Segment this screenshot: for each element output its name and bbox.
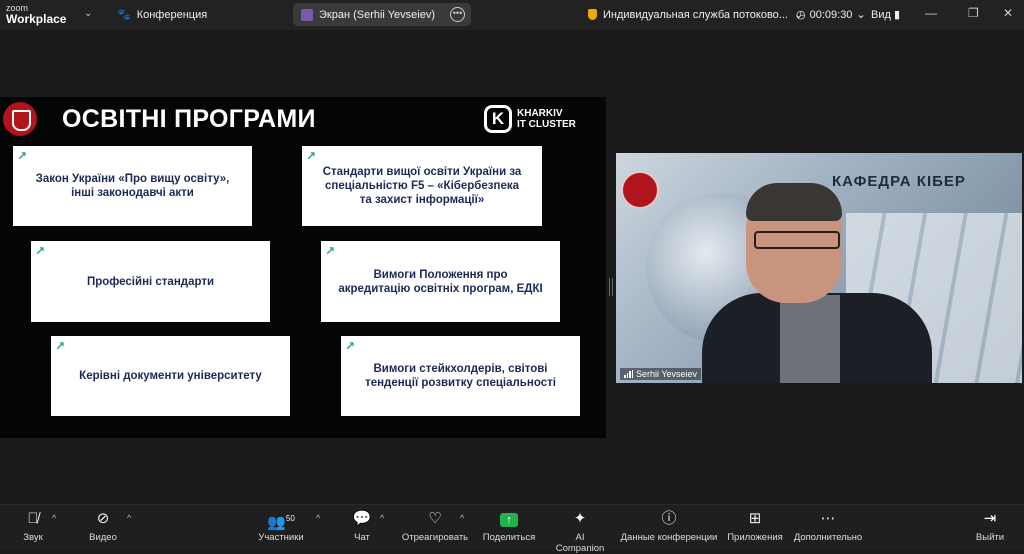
participant-person (702, 183, 932, 383)
slide-box: ↗ Закон України «Про вищу освіту», інші … (13, 146, 252, 226)
audio-button[interactable]: 🎙̸ Звук (18, 509, 48, 543)
leave-button[interactable]: ⇥ Выйти (970, 509, 1010, 543)
restore-icon[interactable]: ❐ (968, 6, 979, 20)
ai-companion-button[interactable]: ✦ AI Companion (550, 509, 610, 554)
audio-caret-icon[interactable]: ^ (52, 513, 56, 523)
slide-box: ↗ Керівні документи університету (51, 336, 290, 416)
chat-caret-icon[interactable]: ^ (380, 513, 384, 523)
timer-value: 00:09:30 (809, 8, 853, 21)
react-caret-icon[interactable]: ^ (460, 513, 464, 523)
kharkiv-logo-letter: K (484, 105, 512, 133)
view-label: Вид (871, 9, 891, 21)
clock-icon: ◷ (796, 9, 806, 21)
more-button[interactable]: ⋯ Дополнительно (792, 509, 864, 543)
slide-box-text: Вимоги стейкхолдерів, світові тенденції … (365, 363, 556, 389)
paw-icon: 🐾 (117, 9, 131, 21)
slide-box: ↗ Вимоги Положення про акредитацію освіт… (321, 241, 560, 322)
split-resize-handle[interactable] (609, 278, 613, 296)
minimize-icon[interactable]: — (925, 6, 937, 20)
arrow-up-right-icon: ↗ (17, 149, 28, 163)
title-bar: zoom Workplace ⌄ 🐾 Конференция Экран (Se… (0, 0, 1024, 30)
more-label: Дополнительно (793, 532, 863, 543)
screen-share-icon (301, 8, 313, 21)
arrow-up-right-icon: ↗ (55, 339, 66, 353)
video-caret-icon[interactable]: ^ (127, 513, 131, 523)
chat-icon: 💬 (352, 510, 372, 527)
participant-name-tag: Serhii Yevseiev (620, 368, 702, 380)
signal-bars-icon (624, 370, 633, 378)
shared-screen: ОСВІТНІ ПРОГРАМИ K KHARKIV IT CLUSTER ↗ … (0, 97, 606, 438)
apps-button[interactable]: ⊞ Приложения (725, 509, 785, 543)
share-button[interactable]: ↑ Поделиться (482, 509, 536, 543)
arrow-up-right-icon: ↗ (345, 339, 356, 353)
arrow-up-right-icon: ↗ (306, 149, 317, 163)
chat-label: Чат (354, 532, 370, 543)
stream-label: Индивидуальная служба потоково... (603, 8, 788, 21)
brand-line-2: IT CLUSTER (517, 119, 576, 130)
view-icon: ▮ (893, 9, 901, 21)
chevron-down-icon[interactable]: ⌄ (84, 8, 92, 19)
participant-name: Serhii Yevseiev (636, 369, 698, 379)
shield-icon (588, 9, 597, 20)
more-options-icon[interactable]: ••• (450, 7, 465, 22)
video-label: Видео (89, 532, 117, 543)
university-emblem-icon (3, 102, 37, 136)
workplace-logo-text: Workplace (6, 12, 67, 26)
chevron-down-icon: ⌄ (856, 9, 866, 21)
slide-box: ↗ Вимоги стейкхолдерів, світові тенденці… (341, 336, 580, 416)
slide-box: ↗ Професійні стандарти (31, 241, 270, 322)
info-icon: ⓘ (661, 510, 677, 527)
zoom-logo: zoom Workplace (6, 3, 67, 26)
slide-box-text: Стандарти вищої освіти України за спеціа… (322, 166, 522, 206)
more-icon: ⋯ (820, 510, 836, 527)
conference-button[interactable]: 🐾 Конференция (117, 8, 208, 22)
share-label: Поделиться (482, 532, 536, 543)
meeting-timer[interactable]: ◷ 00:09:30 ⌄ (796, 8, 866, 22)
university-emblem-icon (621, 171, 659, 209)
audio-label: Звук (23, 532, 43, 543)
ai-label: AI Companion (555, 532, 605, 554)
screen-share-indicator[interactable]: Экран (Serhii Yevseiev) ••• (293, 3, 471, 26)
participants-button[interactable]: 👥50 Участники (256, 509, 306, 543)
share-screen-icon: ↑ (482, 509, 536, 529)
conference-label: Конференция (136, 8, 208, 21)
arrow-up-right-icon: ↗ (325, 244, 336, 258)
apps-label: Приложения (727, 532, 783, 543)
close-icon[interactable]: ✕ (1003, 6, 1013, 20)
view-button[interactable]: Вид ▮ (871, 8, 900, 21)
arrow-up-right-icon: ↗ (35, 244, 46, 258)
microphone-muted-icon: 🎙̸ (27, 510, 39, 527)
stream-indicator[interactable]: Индивидуальная служба потоково... ⌄ (588, 8, 803, 21)
slide-box-text: Вимоги Положення про акредитацію освітні… (338, 268, 543, 295)
leave-icon: ⇥ (983, 510, 997, 527)
participants-label: Участники (258, 532, 304, 543)
slide-box: ↗ Стандарти вищої освіти України за спец… (302, 146, 542, 226)
slide-box-text: Закон України «Про вищу освіту», інші за… (35, 173, 230, 199)
screen-share-label: Экран (Serhii Yevseiev) (319, 8, 436, 21)
participants-icon: 👥50 (267, 514, 295, 531)
react-label: Отреагировать (401, 532, 469, 543)
video-button[interactable]: ⊘ Видео (86, 509, 120, 543)
participants-caret-icon[interactable]: ^ (316, 513, 320, 523)
slide-box-text: Професійні стандарти (86, 275, 215, 288)
meeting-info-button[interactable]: ⓘ Данные конференции (620, 509, 718, 543)
slide-title: ОСВІТНІ ПРОГРАМИ (62, 105, 316, 133)
kharkiv-it-cluster-logo: K KHARKIV IT CLUSTER (484, 105, 576, 133)
apps-icon: ⊞ (748, 510, 762, 527)
chat-button[interactable]: 💬 Чат (350, 509, 374, 543)
slide-box-text: Керівні документи університету (79, 370, 262, 382)
brand-line-1: KHARKIV (517, 108, 563, 119)
meeting-toolbar: 🎙̸ Звук ^ ⊘ Видео ^ 👥50 Участники ^ 💬 Ча… (0, 504, 1024, 554)
meeting-info-label: Данные конференции (620, 532, 718, 543)
participant-video[interactable]: КАФЕДРА КІБЕР Serhii Yevseiev (616, 153, 1022, 383)
leave-label: Выйти (975, 532, 1005, 543)
video-off-icon: ⊘ (96, 510, 110, 527)
participants-count: 50 (285, 514, 295, 523)
sparkle-icon: ✦ (573, 510, 587, 527)
